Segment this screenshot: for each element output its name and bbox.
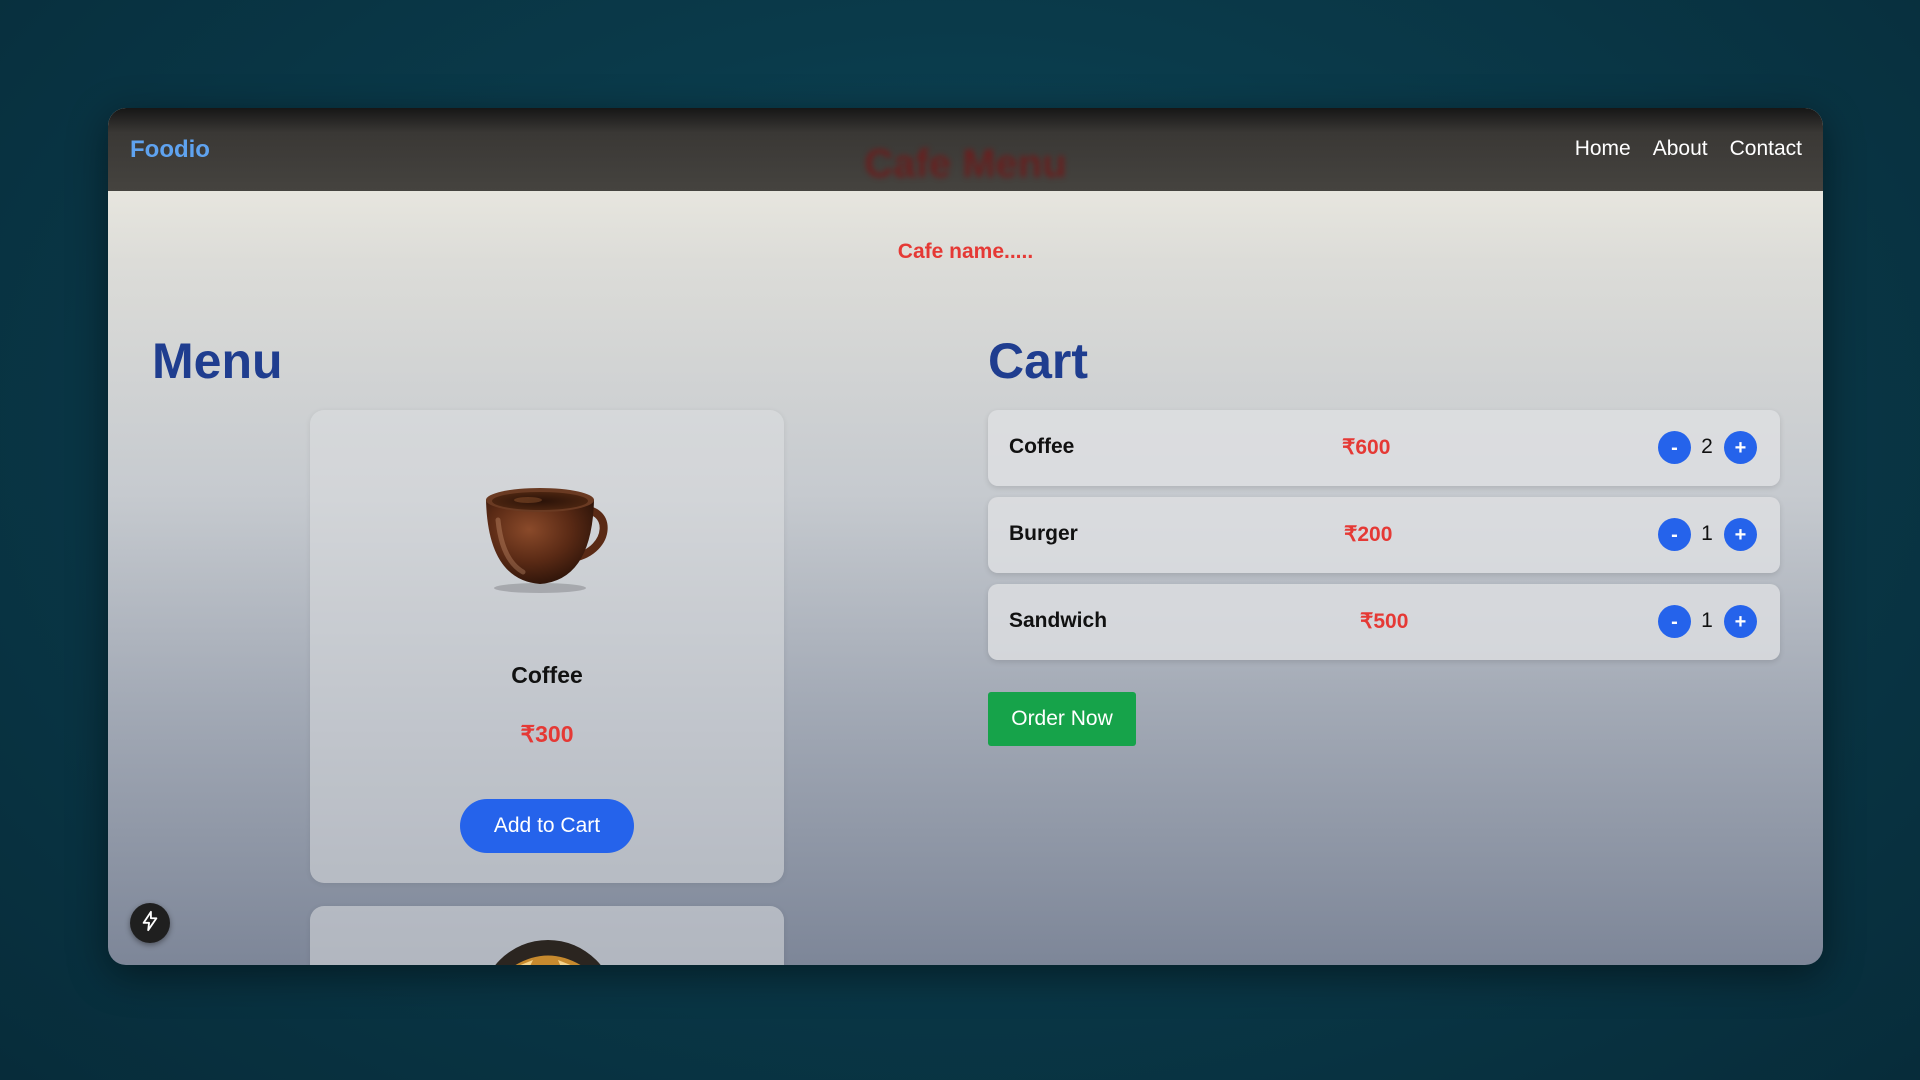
cart-item-burger: Burger ₹200 - 1 +	[988, 497, 1780, 573]
quantity-value: 1	[1701, 522, 1713, 545]
cart-item-coffee: Coffee ₹600 - 2 +	[988, 410, 1780, 486]
app-window: Foodio Cafe Menu Home About Contact Cafe…	[108, 108, 1823, 965]
increase-quantity-button[interactable]: +	[1724, 605, 1757, 638]
coffee-cup-image	[478, 480, 618, 595]
order-now-button[interactable]: Order Now	[988, 692, 1136, 746]
navbar-title: Cafe Menu	[864, 142, 1067, 186]
nav-links: Home About Contact	[1575, 137, 1802, 161]
menu-heading: Menu	[152, 333, 283, 389]
cart-item-price: ₹200	[1344, 523, 1393, 546]
nav-link-contact[interactable]: Contact	[1730, 137, 1802, 161]
cart-item-name: Coffee	[1009, 435, 1075, 458]
nav-link-home[interactable]: Home	[1575, 137, 1631, 161]
quantity-value: 1	[1701, 609, 1713, 632]
decrease-quantity-button[interactable]: -	[1658, 431, 1691, 464]
cart-item-name: Burger	[1009, 522, 1078, 545]
navbar: Foodio Cafe Menu Home About Contact	[108, 108, 1823, 191]
lightning-bolt-icon	[139, 910, 161, 937]
add-to-cart-button[interactable]: Add to Cart	[460, 799, 634, 853]
menu-item-price: ₹300	[520, 721, 574, 747]
menu-card-coffee: Coffee ₹300 Add to Cart	[310, 410, 784, 883]
cart-item-price: ₹600	[1342, 436, 1391, 459]
cart-item-sandwich: Sandwich ₹500 - 1 +	[988, 584, 1780, 660]
cart-heading: Cart	[988, 333, 1089, 389]
cart-item-name: Sandwich	[1009, 609, 1108, 632]
increase-quantity-button[interactable]: +	[1724, 431, 1757, 464]
quantity-value: 2	[1701, 435, 1713, 458]
cafe-name: Cafe name.....	[897, 240, 1034, 263]
decrease-quantity-button[interactable]: -	[1658, 605, 1691, 638]
nav-link-about[interactable]: About	[1653, 137, 1708, 161]
decrease-quantity-button[interactable]: -	[1658, 518, 1691, 551]
burger-image	[478, 938, 618, 965]
increase-quantity-button[interactable]: +	[1724, 518, 1757, 551]
menu-item-name: Coffee	[511, 662, 583, 688]
menu-card-burger	[310, 906, 784, 965]
floating-action-button[interactable]	[130, 903, 170, 943]
cart-item-price: ₹500	[1360, 610, 1409, 633]
